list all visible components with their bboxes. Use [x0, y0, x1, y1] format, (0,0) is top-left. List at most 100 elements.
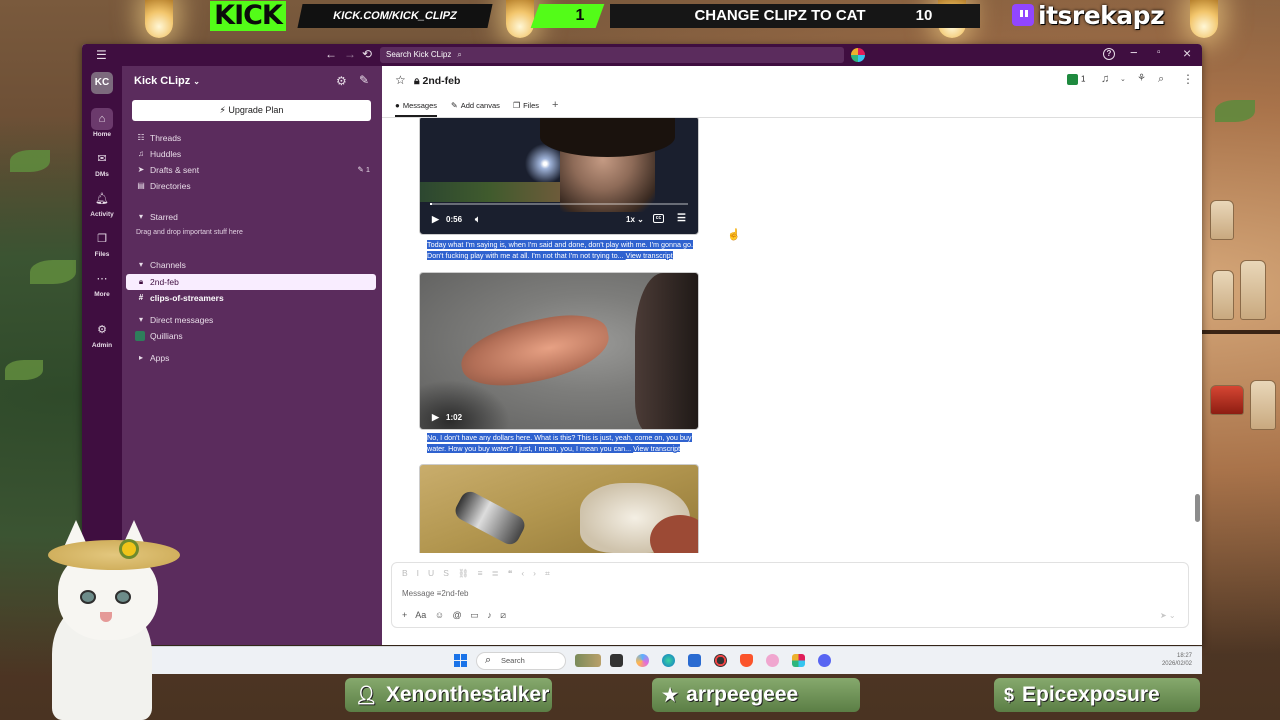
- section-label: Direct messages: [150, 315, 214, 325]
- hamburger-menu-icon[interactable]: ☰: [96, 48, 107, 62]
- compose-icon[interactable]: ✎: [359, 73, 369, 87]
- back-arrow-icon[interactable]: ←: [325, 47, 337, 61]
- playback-speed[interactable]: 1x ⌄: [626, 215, 644, 224]
- transcript-menu-icon[interactable]: ☰: [677, 213, 686, 224]
- channel-header: ☆ 🔒︎ 2nd-feb 1 ♫ ⌄ ⚘ ⌕ ⋮: [382, 66, 1202, 96]
- microphone-icon[interactable]: ♪: [487, 610, 492, 620]
- taskbar-widget-icon[interactable]: [575, 654, 601, 667]
- more-vertical-icon[interactable]: ⋮: [1182, 72, 1194, 86]
- add-tab-icon[interactable]: +: [552, 99, 558, 111]
- notification-icon[interactable]: ⚘: [1137, 73, 1146, 84]
- code-icon[interactable]: ‹›: [521, 568, 545, 578]
- italic-icon[interactable]: I: [417, 568, 428, 578]
- rail-item-admin[interactable]: ⚙ Admin: [82, 319, 122, 349]
- obs-icon[interactable]: [714, 654, 727, 667]
- sidebar-item-threads[interactable]: ☷ Threads: [126, 131, 376, 145]
- channel-title[interactable]: 🔒︎ 2nd-feb: [414, 75, 460, 88]
- help-icon[interactable]: ?: [1103, 48, 1115, 60]
- history-icon[interactable]: ⟲: [362, 47, 372, 61]
- video-progress-bar[interactable]: [430, 203, 688, 205]
- workspace-icon[interactable]: KC: [91, 72, 113, 94]
- search-icon[interactable]: ⌕: [1158, 73, 1164, 86]
- channels-section-header[interactable]: ▾ Channels: [126, 258, 376, 272]
- video-attachment[interactable]: ▶ 0:56 🔈︎ 1x ⌄ cc ☰: [419, 118, 699, 235]
- video-attachment[interactable]: [419, 464, 699, 553]
- dm-section-header[interactable]: ▾ Direct messages: [126, 313, 376, 327]
- strike-icon[interactable]: S: [443, 568, 458, 578]
- settings-gear-icon[interactable]: ⚙: [336, 74, 347, 88]
- code-block-icon[interactable]: ⌗: [545, 568, 559, 578]
- quote-icon[interactable]: ❝: [508, 568, 522, 578]
- brave-icon[interactable]: [740, 654, 753, 667]
- tab-add-canvas[interactable]: ✎ Add canvas: [451, 101, 500, 110]
- sidebar-item-label: Threads: [150, 133, 182, 143]
- sidebar-channel-2nd-feb[interactable]: 🔒︎ 2nd-feb: [126, 274, 376, 290]
- message-scrollbar[interactable]: [1195, 494, 1200, 522]
- rail-item-activity[interactable]: 🔔︎ Activity: [82, 188, 122, 218]
- user-avatar[interactable]: [851, 48, 865, 62]
- rail-item-home[interactable]: ⌂ Home: [82, 108, 122, 138]
- starred-section-header[interactable]: ▾ Starred: [126, 210, 376, 224]
- plus-icon[interactable]: +: [402, 610, 407, 620]
- upgrade-plan-button[interactable]: ⚡︎ Upgrade Plan: [132, 100, 371, 121]
- twitch-name: itsrekapz: [1038, 0, 1165, 30]
- video-controls: ▶ 0:56 🔈︎ 1x ⌄ cc ☰: [420, 206, 698, 234]
- rail-item-dms[interactable]: ✉ DMs: [82, 148, 122, 178]
- link-icon[interactable]: ⛓: [458, 568, 478, 578]
- mention-icon[interactable]: @: [453, 610, 462, 620]
- store-icon[interactable]: [688, 654, 701, 667]
- tab-messages[interactable]: ● Messages: [395, 101, 438, 117]
- send-icon[interactable]: ➤ ⌄: [1160, 611, 1176, 620]
- rail-label: Activity: [90, 211, 114, 218]
- view-transcript-link[interactable]: View transcript: [633, 443, 681, 453]
- maximize-button[interactable]: ▫: [1157, 47, 1161, 58]
- app-icon[interactable]: [766, 654, 779, 667]
- minimize-button[interactable]: −: [1130, 45, 1138, 60]
- donor-name: Epicexposure: [1022, 683, 1160, 706]
- channel-tabs: ● Messages ✎ Add canvas ❐ Files +: [382, 96, 1202, 118]
- video-attachment[interactable]: ▶ 1:02: [419, 272, 699, 430]
- chevron-down-icon[interactable]: ⌄: [1120, 75, 1126, 83]
- play-icon[interactable]: ▶: [432, 412, 439, 423]
- video-icon[interactable]: ▭: [470, 610, 479, 620]
- text-format-icon[interactable]: Aa: [415, 610, 426, 620]
- search-bar[interactable]: Search Kick CLipz ⌕: [380, 47, 844, 63]
- workspace-name-menu[interactable]: Kick CLipz ⌄: [134, 75, 200, 87]
- member-count-button[interactable]: 1: [1067, 74, 1085, 85]
- apps-section-header[interactable]: ▸ Apps: [126, 351, 376, 365]
- star-icon[interactable]: ☆: [395, 73, 406, 87]
- headphones-icon[interactable]: ♫: [1101, 73, 1109, 85]
- slash-command-icon[interactable]: ⧄: [500, 610, 506, 620]
- forward-arrow-icon[interactable]: →: [344, 47, 356, 61]
- edge-icon[interactable]: [662, 654, 675, 667]
- sidebar-item-huddles[interactable]: ♫ Huddles: [126, 147, 376, 161]
- rail-label: DMs: [95, 171, 109, 178]
- sidebar-item-directories[interactable]: ▤ Directories: [126, 179, 376, 193]
- close-button[interactable]: ×: [1183, 45, 1191, 61]
- volume-icon[interactable]: 🔈︎: [475, 214, 480, 225]
- copilot-icon[interactable]: [636, 654, 649, 667]
- rail-item-more[interactable]: ⋯ More: [82, 268, 122, 298]
- message-input[interactable]: Message ≡2nd-feb: [402, 589, 468, 598]
- taskbar-clock[interactable]: 18:27 2026/02/02: [1142, 652, 1192, 668]
- underline-icon[interactable]: U: [428, 568, 443, 578]
- rail-item-files[interactable]: ❐ Files: [82, 228, 122, 258]
- taskbar-search[interactable]: Search: [476, 652, 566, 670]
- list-icon[interactable]: ≡: [478, 568, 492, 578]
- windows-start-icon[interactable]: [454, 654, 467, 667]
- sidebar-item-drafts[interactable]: ➤ Drafts & sent ✎ 1: [126, 163, 376, 177]
- slack-icon[interactable]: [792, 654, 805, 667]
- captions-icon[interactable]: cc: [653, 214, 664, 223]
- twitch-badge: itsrekapz: [1012, 0, 1165, 30]
- taskview-icon[interactable]: [610, 654, 623, 667]
- discord-icon[interactable]: [818, 654, 831, 667]
- play-icon[interactable]: ▶: [432, 214, 439, 225]
- video-duration: 1:02: [446, 413, 463, 422]
- view-transcript-link[interactable]: View transcript: [625, 250, 673, 260]
- sidebar-channel-clips-of-streamers[interactable]: # clips-of-streamers: [126, 291, 376, 305]
- dm-item-quillians[interactable]: Quillians: [126, 329, 376, 343]
- bold-icon[interactable]: B: [402, 568, 417, 578]
- emoji-icon[interactable]: ☺: [435, 610, 444, 620]
- numbered-list-icon[interactable]: ≣: [492, 568, 508, 578]
- tab-files[interactable]: ❐ Files: [513, 101, 539, 110]
